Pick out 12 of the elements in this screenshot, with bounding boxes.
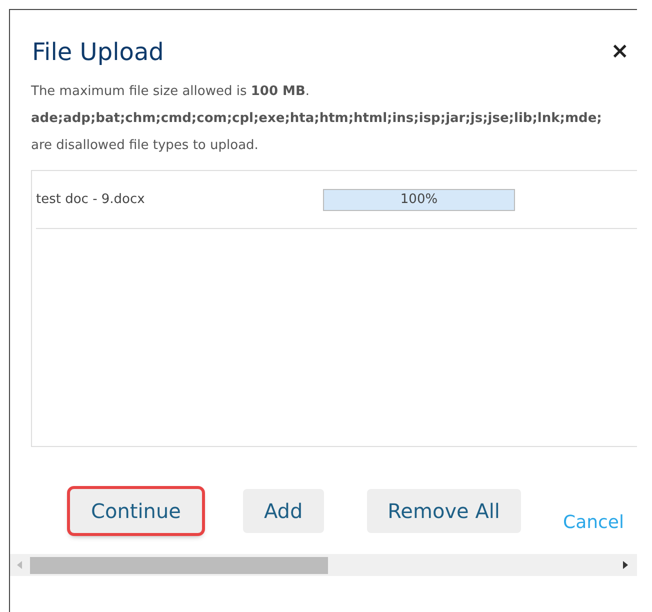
horizontal-scrollbar[interactable] [10,554,637,576]
size-notice: The maximum file size allowed is 100 MB. [31,83,310,101]
disallowed-types: ade;adp;bat;chm;cmd;com;cpl;exe;hta;htm;html;ins;isp;jar;js;jse;lib;lnk;mde; [31,110,602,128]
file-name: test doc - 9.docx [36,190,146,209]
disallowed-note: are disallowed file types to upload. [31,137,258,155]
action-button[interactable]: Continue [70,489,202,533]
close-button[interactable]: × [606,41,633,63]
action-button[interactable]: Add [242,489,324,533]
progress-reading: 100% [400,190,438,208]
dialog-title: File Upload [32,37,164,68]
action-button[interactable]: Remove All [366,489,521,533]
scrollbar-thumb[interactable] [30,556,328,574]
